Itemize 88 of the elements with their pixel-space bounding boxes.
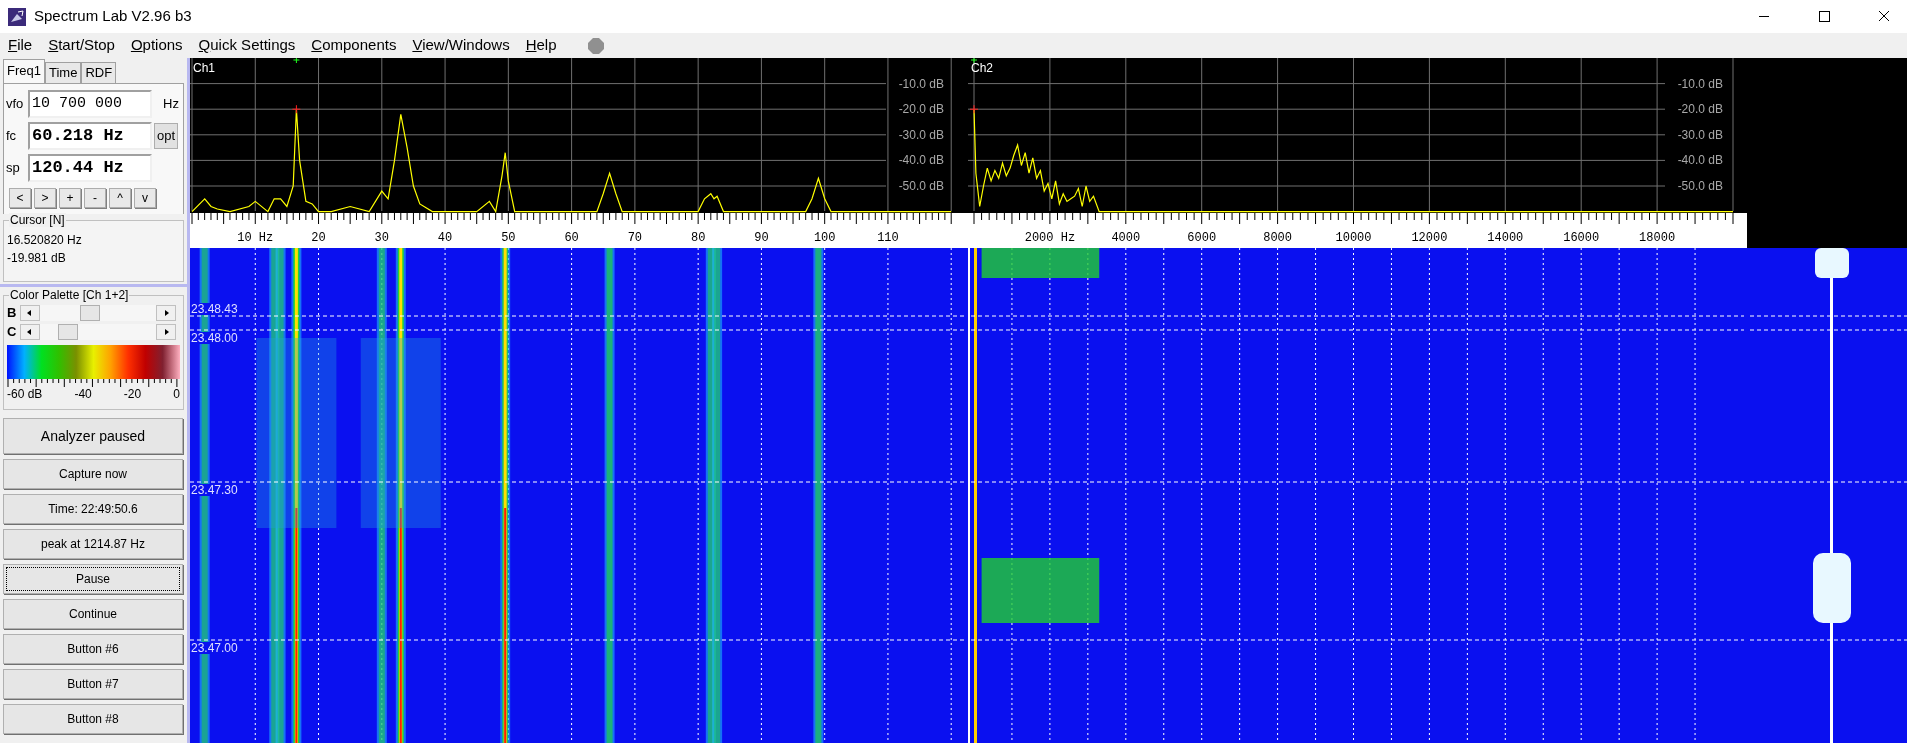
field-label: sp: [6, 159, 21, 178]
y-tick-label: -50.0 dB: [898, 179, 944, 193]
input-field[interactable]: 10 700 000: [28, 90, 152, 118]
cursor-top-marker-icon: [970, 58, 978, 64]
x-tick-label: 18000: [1639, 231, 1676, 245]
channel-label: Ch1: [193, 61, 215, 75]
field-label: fc: [6, 127, 18, 146]
nav-button[interactable]: -: [84, 188, 106, 208]
action-button[interactable]: Button #6: [3, 634, 183, 664]
menu-item[interactable]: Help: [525, 34, 557, 57]
x-tick-label: 10 Hz: [237, 231, 274, 245]
x-tick-label: 90: [754, 231, 769, 245]
tab[interactable]: Freq1: [3, 59, 45, 83]
x-tick-label: 8000: [1263, 231, 1292, 245]
status-indicator-icon: [586, 36, 605, 55]
action-button[interactable]: Pause: [3, 564, 183, 594]
group-title: Cursor [N]: [9, 213, 66, 227]
action-button[interactable]: Button #7: [3, 669, 183, 699]
x-tick-label: 2000 Hz: [1024, 231, 1076, 245]
input-field[interactable]: 120.44 Hz: [28, 154, 152, 182]
menu-item[interactable]: Components: [311, 34, 397, 57]
nav-button[interactable]: +: [59, 188, 81, 208]
x-tick-label: 12000: [1411, 231, 1448, 245]
x-tick-label: 16000: [1563, 231, 1600, 245]
x-tick-label: 70: [627, 231, 643, 245]
action-button[interactable]: Button #8: [3, 704, 183, 734]
x-tick-label: 100: [813, 231, 836, 245]
scale-label: -60 dB: [7, 387, 43, 401]
x-tick-label: 60: [564, 231, 579, 245]
cursor-marker-icon: [291, 104, 301, 114]
window-title: Spectrum Lab V2.96 b3: [34, 6, 192, 27]
nav-button[interactable]: <: [9, 188, 31, 208]
tab[interactable]: RDF: [81, 62, 117, 83]
time-label: 23.47.30: [191, 484, 238, 496]
menu-item[interactable]: Start/Stop: [48, 34, 115, 57]
x-tick-label: 110: [877, 231, 899, 245]
time-label: 23.48.43: [191, 303, 238, 315]
y-tick-label: -20.0 dB: [898, 102, 944, 117]
y-tick-label: -40.0 dB: [1677, 153, 1723, 168]
slider-label: C: [7, 323, 18, 342]
scale-label: -40: [74, 387, 92, 401]
x-tick-label: 40: [437, 231, 453, 245]
nav-button[interactable]: >: [34, 188, 56, 208]
slider-label: B: [7, 304, 18, 323]
group-title: Color Palette [Ch 1+2]: [9, 288, 130, 302]
time-label: 23.47.00: [191, 642, 238, 654]
x-tick-label: 30: [374, 231, 389, 245]
unit-label: Hz: [163, 95, 179, 114]
y-tick-label: -30.0 dB: [1677, 127, 1723, 142]
x-tick-label: 6000: [1187, 231, 1217, 245]
cursor-frequency: 16.520820 Hz: [7, 232, 83, 249]
cursor-marker-icon: [969, 104, 979, 114]
action-button[interactable]: peak at 1214.87 Hz: [3, 529, 183, 559]
slider-thumb[interactable]: [58, 324, 79, 340]
action-button[interactable]: Analyzer paused: [3, 418, 183, 454]
time-label: 23.48.00: [191, 332, 238, 344]
opt-button[interactable]: opt: [154, 123, 179, 149]
y-tick-label: -10.0 dB: [1677, 76, 1723, 91]
y-tick-label: -50.0 dB: [1677, 179, 1723, 193]
field-label: vfo: [6, 95, 25, 114]
channel-label: Ch2: [971, 61, 993, 75]
y-tick-label: -30.0 dB: [898, 127, 944, 142]
scale-label: -20: [123, 387, 142, 401]
app-icon: [8, 7, 26, 26]
menu-item[interactable]: View/Windows: [412, 34, 510, 57]
x-tick-label: 10000: [1335, 231, 1372, 245]
cursor-amplitude: -19.981 dB: [7, 250, 67, 267]
menu-item[interactable]: Options: [130, 34, 183, 57]
x-tick-label: 80: [690, 231, 706, 245]
action-button[interactable]: Time: 22:49:50.6: [3, 494, 183, 524]
slider-thumb[interactable]: [80, 305, 101, 321]
y-tick-label: -40.0 dB: [898, 153, 944, 168]
action-button[interactable]: Continue: [3, 599, 183, 629]
menu-item[interactable]: File: [8, 34, 33, 57]
nav-button[interactable]: v: [134, 188, 156, 208]
nav-button[interactable]: ^: [109, 188, 131, 208]
action-button[interactable]: Capture now: [3, 459, 183, 489]
x-tick-label: 50: [501, 231, 516, 245]
y-tick-label: -10.0 dB: [898, 76, 944, 91]
y-tick-label: -20.0 dB: [1677, 102, 1723, 117]
x-tick-label: 20: [311, 231, 326, 245]
x-tick-label: 14000: [1487, 231, 1524, 245]
tab[interactable]: Time: [44, 62, 82, 83]
menu-item[interactable]: Quick Settings: [198, 34, 296, 57]
input-field[interactable]: 60.218 Hz: [28, 122, 152, 150]
cursor-top-marker-icon: [292, 58, 300, 64]
scale-label: 0: [173, 387, 180, 401]
x-tick-label: 4000: [1111, 231, 1141, 245]
